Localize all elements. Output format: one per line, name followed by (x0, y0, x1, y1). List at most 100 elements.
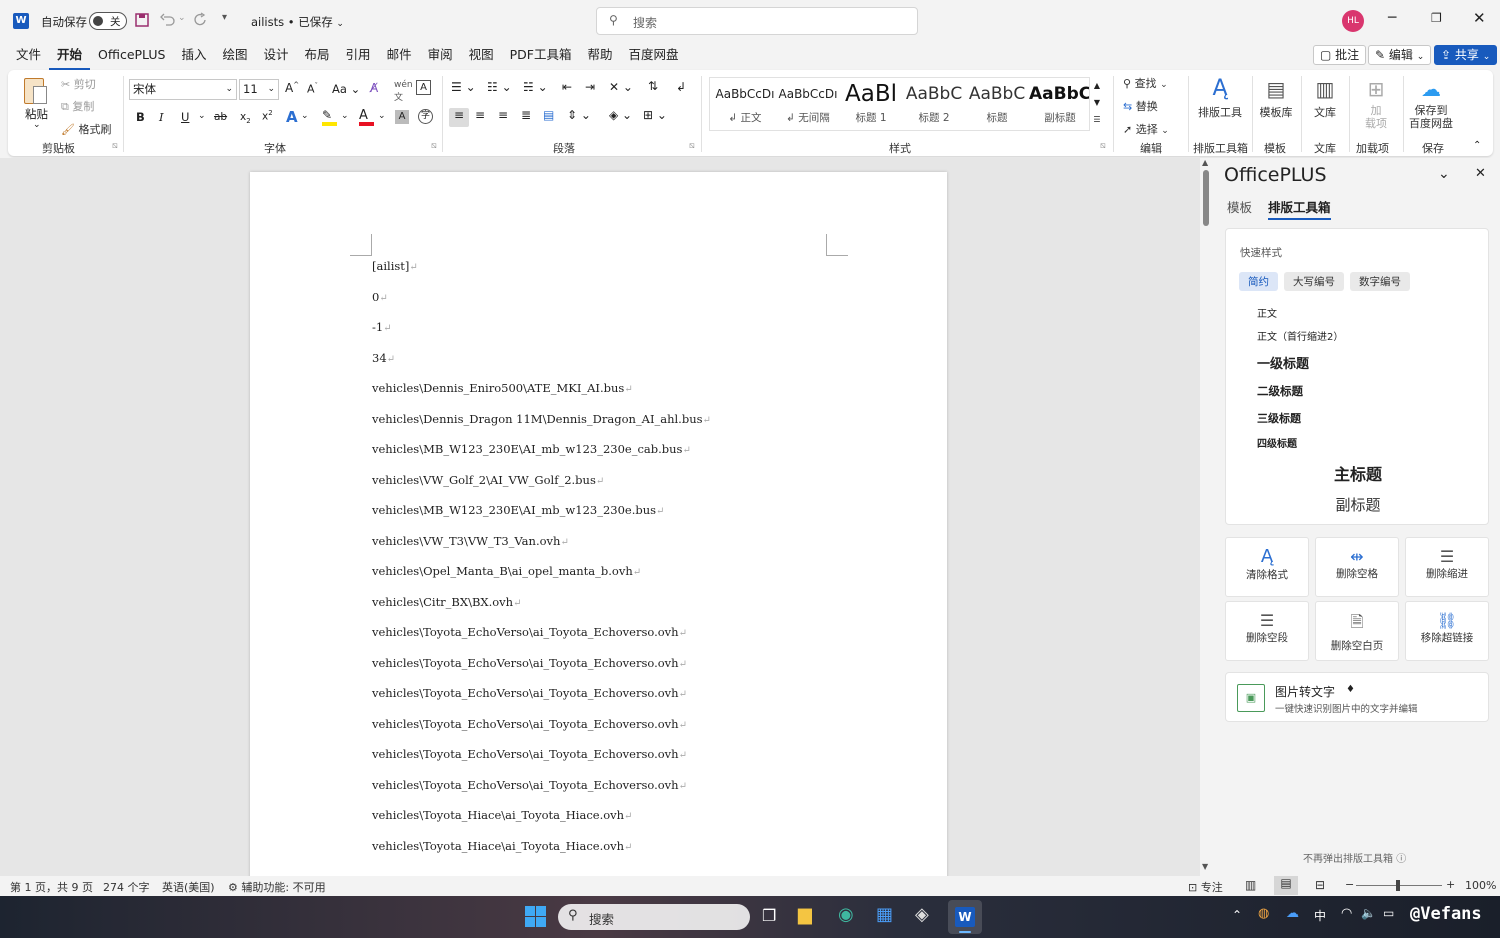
start-windows-icon[interactable] (525, 906, 546, 927)
style-gallery-scroll[interactable]: ▲ ▼ ☰ (1089, 77, 1104, 131)
save-to-baidu-button[interactable]: ☁ 保存到 百度网盘 (1406, 74, 1456, 130)
clipboard-icon[interactable] (20, 76, 52, 106)
distributed-icon[interactable]: ▤ (543, 108, 554, 122)
remove-indent-tool[interactable]: ☰ 删除缩进 (1405, 537, 1489, 597)
superscript-icon[interactable]: x2 (262, 109, 273, 123)
increase-indent-icon[interactable]: ⇥ (585, 80, 595, 94)
dialog-launcher-icon[interactable]: ⧅ (112, 141, 118, 151)
document-paragraph[interactable]: vehicles\MB_W123_230E\AI_mb_w123_230e.bu… (372, 503, 664, 517)
style-item-1[interactable]: AaBbCcDı ↲ 无间隔 (777, 78, 839, 130)
underline-dropdown-icon[interactable]: ⌄ (198, 111, 206, 121)
more-styles-icon[interactable]: ☰ (1090, 111, 1104, 128)
document-paragraph[interactable]: vehicles\Dennis_Eniro500\ATE_MKI_AI.bus↵ (372, 381, 633, 395)
chip-uppercase-numbering[interactable]: 大写编号 (1284, 272, 1344, 291)
character-border-icon[interactable]: A (416, 80, 431, 95)
dialog-launcher-icon[interactable]: ⧅ (1100, 141, 1106, 151)
strikethrough-icon[interactable]: ab (214, 111, 227, 123)
scroll-down-icon[interactable]: ▼ (1090, 94, 1104, 111)
menu-tab-6[interactable]: 布局 (297, 42, 338, 68)
font-name-select[interactable]: 宋体 ⌄ (129, 79, 237, 100)
layout-tools-button[interactable]: Ą 排版工具 (1195, 74, 1245, 120)
tray-cloud-icon[interactable]: ☁ (1286, 906, 1299, 921)
taskbar-search-box[interactable]: ⚲ 搜索 (558, 904, 750, 930)
share-button[interactable]: ⇪ 共享 ⌄ (1434, 45, 1498, 65)
word-count[interactable]: 274 个字 (103, 879, 150, 895)
language-indicator[interactable]: 英语(美国) (162, 879, 215, 895)
document-paragraph[interactable]: vehicles\Toyota_EchoVerso\ai_Toyota_Echo… (372, 625, 687, 639)
document-paragraph[interactable]: vehicles\Toyota_Hiace\ai_Toyota_Hiace.ov… (372, 839, 632, 853)
word-taskbar-icon[interactable]: W (948, 900, 982, 934)
phonetic-guide-icon[interactable]: wén 文 (394, 80, 413, 103)
document-paragraph[interactable]: -1↵ (372, 320, 392, 334)
clear-format-tool[interactable]: Ą 清除格式 (1225, 537, 1309, 597)
volume-icon[interactable]: 🔈 (1361, 906, 1376, 920)
font-size-select[interactable]: 11 ⌄ (239, 79, 279, 100)
bullets-icon[interactable]: ☰ ⌄ (451, 80, 476, 94)
format-painter-button[interactable]: 🖌 格式刷 (61, 121, 111, 137)
menu-tab-4[interactable]: 绘图 (215, 42, 256, 68)
close-icon[interactable]: ✕ (1473, 9, 1486, 27)
style-main-title[interactable]: 主标题 (1226, 461, 1490, 485)
menu-tab-9[interactable]: 审阅 (420, 42, 461, 68)
zoom-slider-thumb[interactable] (1396, 880, 1400, 891)
decrease-indent-icon[interactable]: ⇤ (562, 80, 572, 94)
remove-empty-paragraph-tool[interactable]: ☰ 删除空段 (1225, 601, 1309, 661)
pane-options-icon[interactable]: ⌄ (1438, 166, 1450, 182)
zoom-out-icon[interactable]: − (1345, 878, 1354, 891)
remove-hyperlink-tool[interactable]: ⛓ 移除超链接 (1405, 601, 1489, 661)
text-effects-icon[interactable]: A (286, 108, 298, 126)
show-hidden-icons-icon[interactable]: ⌃ (1232, 908, 1242, 922)
subscript-icon[interactable]: x2 (240, 111, 251, 125)
document-paragraph[interactable]: vehicles\Toyota_EchoVerso\ai_Toyota_Echo… (372, 686, 687, 700)
minimize-icon[interactable]: ─ (1388, 10, 1396, 26)
align-center-icon[interactable]: ≡ (475, 108, 485, 122)
undo-icon[interactable] (160, 13, 176, 27)
show-marks-icon[interactable]: ↲ (676, 80, 686, 94)
document-paragraph[interactable]: [ailist]↵ (372, 259, 418, 273)
chevron-down-icon[interactable]: ⌄ (301, 111, 309, 121)
focus-mode-button[interactable]: ⊡ 专注 (1188, 879, 1223, 895)
vertical-scrollbar[interactable]: ▲ ▼ (1200, 158, 1214, 876)
scroll-down-icon[interactable]: ▼ (1202, 862, 1208, 871)
tray-app-icon[interactable]: ◍ (1258, 906, 1269, 921)
undo-dropdown-icon[interactable]: ⌄ (178, 13, 186, 23)
style-item-3[interactable]: AaBbC 标题 2 (903, 78, 965, 130)
multilevel-list-icon[interactable]: ☵ ⌄ (523, 80, 548, 94)
cut-button[interactable]: ✂ 剪切 (61, 76, 96, 92)
web-layout-icon[interactable]: ⊟ (1315, 878, 1325, 892)
dialog-launcher-icon[interactable]: ⧅ (689, 141, 695, 151)
style-heading-1[interactable]: 一级标题 (1257, 353, 1309, 372)
menu-tab-11[interactable]: PDF工具箱 (502, 42, 580, 68)
menu-tab-3[interactable]: 插入 (173, 42, 214, 68)
remove-blank-page-tool[interactable]: 🗎 删除空白页 (1315, 601, 1399, 661)
menu-tab-7[interactable]: 引用 (338, 42, 379, 68)
customize-toolbar-icon[interactable]: ▾ (222, 12, 227, 23)
zoom-in-icon[interactable]: + (1446, 878, 1455, 891)
print-layout-icon[interactable]: ▤ (1274, 876, 1298, 895)
pane-tab-templates[interactable]: 模板 (1227, 197, 1252, 216)
comment-button[interactable]: ▢ 批注 (1313, 45, 1367, 65)
style-heading-4[interactable]: 四级标题 (1257, 435, 1297, 450)
document-paragraph[interactable]: vehicles\MB_W123_230E\AI_mb_w123_230e_ca… (372, 442, 691, 456)
enclose-characters-icon[interactable]: 字 (418, 109, 433, 124)
collapse-ribbon-icon[interactable]: ⌃ (1473, 140, 1481, 151)
style-item-5[interactable]: AaBbC 副标题 (1029, 78, 1091, 130)
clear-formatting-icon[interactable]: A̸ (370, 81, 378, 95)
bold-button[interactable]: B (136, 110, 145, 124)
align-left-icon[interactable]: ≡ (449, 108, 469, 127)
image-to-text-card[interactable]: ▣ 图片转文字 ♦ 一键快速识别图片中的文字并编辑 (1225, 672, 1489, 722)
character-shading-icon[interactable]: A (395, 110, 409, 124)
highlight-color-icon[interactable]: ✎ (322, 108, 338, 126)
scroll-up-icon[interactable]: ▲ (1090, 77, 1104, 94)
menu-tab-1[interactable]: 开始 (49, 42, 91, 71)
accessibility-status[interactable]: ⚙ 辅助功能: 不可用 (228, 879, 326, 895)
paste-dropdown-icon[interactable]: ⌄ (33, 120, 41, 130)
document-paragraph[interactable]: vehicles\Toyota_Hiace\ai_Toyota_Hiace.ov… (372, 808, 632, 822)
replace-button[interactable]: ⇆ 替换 (1123, 98, 1158, 114)
menu-tab-2[interactable]: OfficePLUS (90, 42, 173, 68)
sort-icon[interactable]: ⇅ (648, 79, 658, 93)
document-paragraph[interactable]: vehicles\Toyota_EchoVerso\ai_Toyota_Echo… (372, 778, 687, 792)
menu-tab-8[interactable]: 邮件 (379, 42, 420, 68)
chip-simple[interactable]: 简约 (1239, 272, 1278, 291)
style-item-0[interactable]: AaBbCcDı ↲ 正文 (714, 78, 776, 130)
